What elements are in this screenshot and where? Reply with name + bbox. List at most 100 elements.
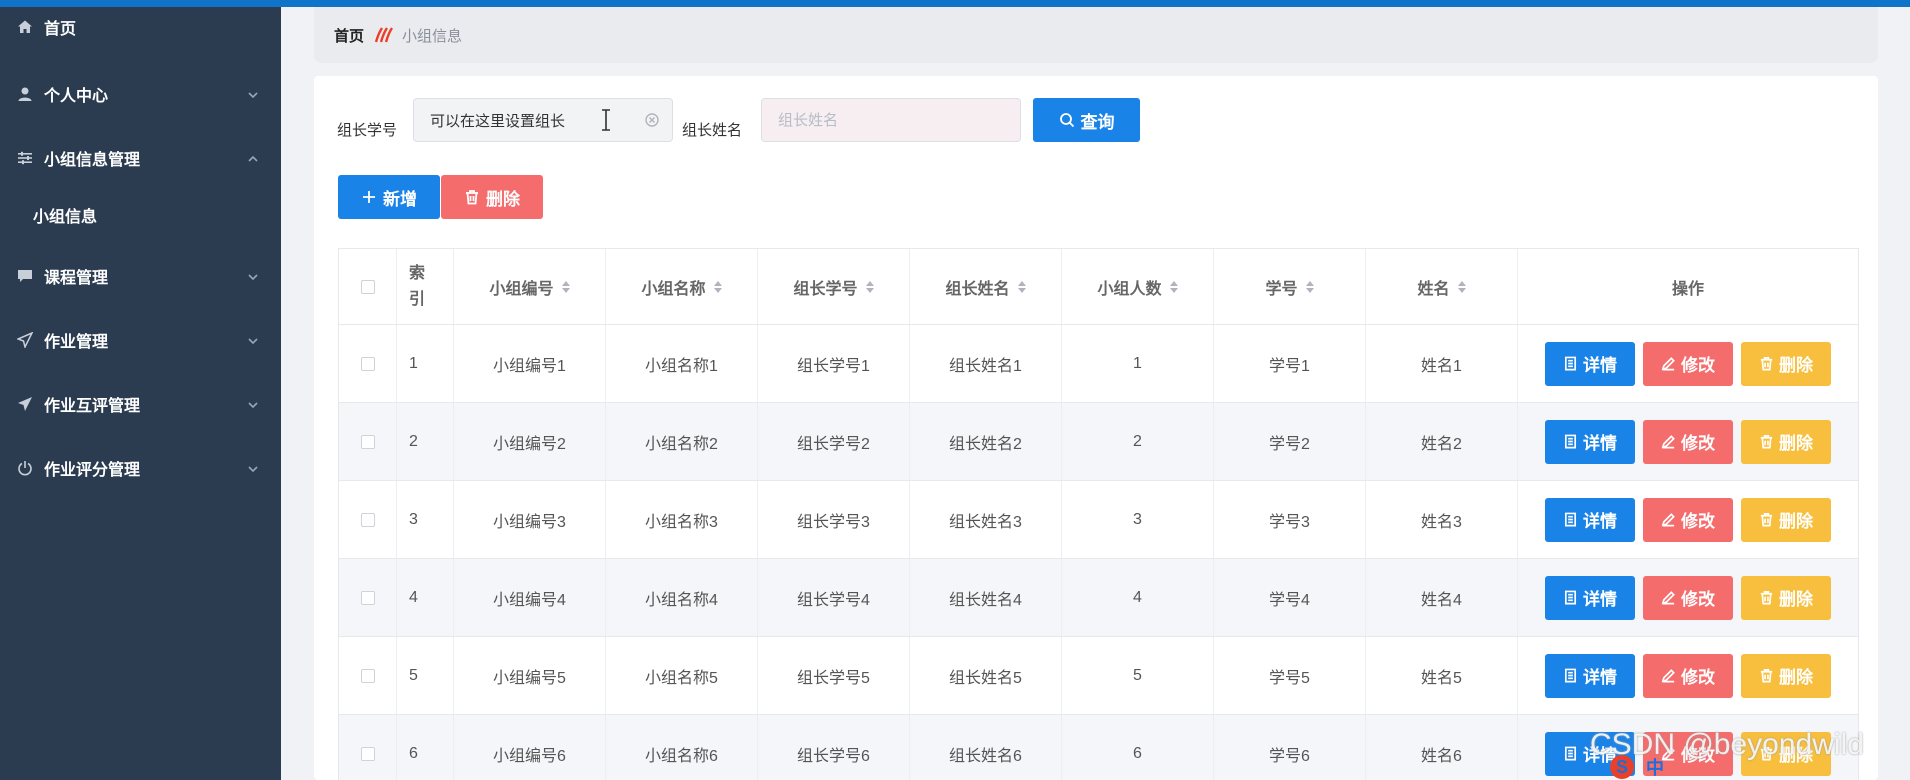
- header-cell-leader-no[interactable]: 组长学号: [758, 249, 910, 324]
- header-cell-group-no[interactable]: 小组编号: [454, 249, 606, 324]
- cell-value: 小组名称3: [645, 513, 718, 531]
- cell-value: 1: [1133, 354, 1142, 372]
- pencil-icon: [1661, 591, 1675, 605]
- cell-value: 组长姓名5: [949, 669, 1022, 687]
- table-row[interactable]: 3 小组编号3 小组名称3 组长学号3 组长姓名3 3 学号3 姓名3 详情 修改 删除: [339, 481, 1858, 559]
- detail-button[interactable]: 详情: [1545, 497, 1635, 542]
- leader-no-input[interactable]: [413, 98, 673, 142]
- sidebar-item-personal-center[interactable]: 个人中心: [0, 74, 281, 114]
- trash-icon: [1760, 513, 1773, 527]
- table-row[interactable]: 1 小组编号1 小组名称1 组长学号1 组长姓名1 1 学号1 姓名1 详情 修改 删除: [339, 325, 1858, 403]
- table-row[interactable]: 5 小组编号5 小组名称5 组长学号5 组长姓名5 5 学号5 姓名5 详情 修改 删除: [339, 637, 1858, 715]
- edit-button[interactable]: 修改: [1643, 575, 1733, 620]
- sort-icon[interactable]: [865, 280, 874, 293]
- table-cell: 小组编号2: [454, 403, 606, 480]
- sidebar-item-peer-review-management[interactable]: 作业互评管理: [0, 384, 281, 424]
- detail-button[interactable]: 详情: [1545, 653, 1635, 698]
- table-cell: 小组编号1: [454, 325, 606, 402]
- row-select-cell[interactable]: [339, 637, 397, 714]
- breadcrumb-home[interactable]: 首页: [334, 25, 364, 46]
- row-delete-button[interactable]: 删除: [1741, 497, 1831, 542]
- edit-button[interactable]: 修改: [1643, 419, 1733, 464]
- detail-button[interactable]: 详情: [1545, 575, 1635, 620]
- sort-icon[interactable]: [1457, 280, 1466, 293]
- row-select-cell[interactable]: [339, 559, 397, 636]
- select-all-checkbox[interactable]: [360, 279, 375, 294]
- table-cell: 小组名称3: [606, 481, 758, 558]
- sort-icon[interactable]: [713, 280, 722, 293]
- table-cell: 姓名5: [1366, 637, 1518, 714]
- table-cell: 学号6: [1214, 715, 1366, 780]
- cell-value: 学号6: [1269, 747, 1310, 765]
- header-cell-student-no[interactable]: 学号: [1214, 249, 1366, 324]
- document-icon: [1564, 434, 1577, 449]
- clear-icon[interactable]: [645, 113, 659, 127]
- detail-button-label: 详情: [1583, 512, 1617, 531]
- row-checkbox[interactable]: [360, 512, 375, 527]
- row-delete-button[interactable]: 删除: [1741, 575, 1831, 620]
- power-icon: [16, 459, 34, 477]
- table-cell: 学号3: [1214, 481, 1366, 558]
- sort-icon[interactable]: [1305, 280, 1314, 293]
- row-checkbox[interactable]: [360, 356, 375, 371]
- header-label: 小组名称: [641, 280, 706, 298]
- detail-button[interactable]: 详情: [1545, 419, 1635, 464]
- sidebar-subitem-group-info[interactable]: 小组信息: [0, 195, 281, 235]
- sidebar-item-label: 作业评分管理: [44, 462, 141, 479]
- row-checkbox[interactable]: [360, 434, 375, 449]
- header-label: 姓名: [1417, 280, 1450, 298]
- add-button[interactable]: 新增: [338, 175, 440, 219]
- table-row[interactable]: 4 小组编号4 小组名称4 组长学号4 组长姓名4 4 学号4 姓名4 详情 修改 删除: [339, 559, 1858, 637]
- header-cell-name[interactable]: 姓名: [1366, 249, 1518, 324]
- leader-name-input[interactable]: [761, 98, 1021, 142]
- home-icon: [16, 18, 34, 36]
- header-cell-actions: 操作: [1518, 249, 1858, 324]
- edit-button[interactable]: 修改: [1643, 653, 1733, 698]
- header-cell-group-name[interactable]: 小组名称: [606, 249, 758, 324]
- sidebar-item-grading-management[interactable]: 作业评分管理: [0, 448, 281, 488]
- table-cell: 2: [397, 403, 454, 480]
- row-delete-button[interactable]: 删除: [1741, 653, 1831, 698]
- query-button[interactable]: 查询: [1033, 98, 1140, 142]
- delete-button-label: 删除: [486, 189, 520, 209]
- row-checkbox[interactable]: [360, 668, 375, 683]
- table-cell: 5: [1062, 637, 1214, 714]
- row-delete-button-label: 删除: [1779, 512, 1813, 531]
- ime-lang-indicator[interactable]: 中: [1646, 754, 1664, 780]
- row-delete-button[interactable]: 删除: [1741, 419, 1831, 464]
- pencil-icon: [1661, 435, 1675, 449]
- batch-delete-button[interactable]: 删除: [441, 175, 543, 219]
- edit-button[interactable]: 修改: [1643, 497, 1733, 542]
- cell-value: 组长学号1: [797, 357, 870, 375]
- cell-value: 小组编号2: [493, 435, 566, 453]
- row-select-cell[interactable]: [339, 715, 397, 780]
- edit-button[interactable]: 修改: [1643, 341, 1733, 386]
- row-delete-button[interactable]: 删除: [1741, 341, 1831, 386]
- sort-icon[interactable]: [1017, 280, 1026, 293]
- table-row[interactable]: 2 小组编号2 小组名称2 组长学号2 组长姓名2 2 学号2 姓名2 详情 修改 删除: [339, 403, 1858, 481]
- ime-logo-icon[interactable]: S: [1610, 755, 1634, 779]
- sidebar-item-course-management[interactable]: 课程管理: [0, 256, 281, 296]
- sidebar-item-home[interactable]: 首页: [0, 7, 281, 47]
- sort-icon[interactable]: [561, 280, 570, 293]
- table-cell: 组长姓名1: [910, 325, 1062, 402]
- header-cell-member-count[interactable]: 小组人数: [1062, 249, 1214, 324]
- row-select-cell[interactable]: [339, 325, 397, 402]
- ime-toolbar: S 中: [1610, 754, 1910, 780]
- sort-icon[interactable]: [1169, 280, 1178, 293]
- header-select-all[interactable]: [339, 249, 397, 324]
- row-checkbox[interactable]: [360, 746, 375, 761]
- detail-button[interactable]: 详情: [1545, 341, 1635, 386]
- row-select-cell[interactable]: [339, 403, 397, 480]
- header-cell-leader-name[interactable]: 组长姓名: [910, 249, 1062, 324]
- sidebar-item-group-info-management[interactable]: 小组信息管理: [0, 138, 281, 178]
- sidebar-item-homework-management[interactable]: 作业管理: [0, 320, 281, 360]
- row-checkbox[interactable]: [360, 590, 375, 605]
- pencil-icon: [1661, 513, 1675, 527]
- cell-value: 学号3: [1269, 513, 1310, 531]
- main-content: 首页 小组信息 组长学号 组长姓名 查询 新增 删除: [281, 7, 1910, 780]
- row-select-cell[interactable]: [339, 481, 397, 558]
- cell-value: 小组名称6: [645, 747, 718, 765]
- table-cell: 姓名3: [1366, 481, 1518, 558]
- pencil-icon: [1661, 357, 1675, 371]
